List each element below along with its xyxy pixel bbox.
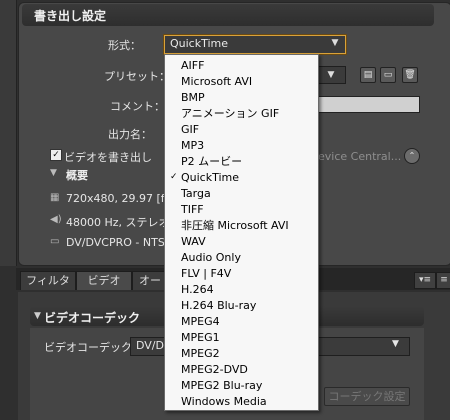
format-option-label: TIFF [181,203,204,216]
export-settings-title: 書き出し設定 [34,9,107,23]
format-option-label: Audio Only [181,251,241,264]
format-option[interactable]: MPEG1 [165,329,318,346]
format-option-label: FLV | F4V [181,267,232,280]
format-option-label: MPEG1 [181,331,220,344]
format-option[interactable]: BMP [165,89,318,106]
format-label: 形式： [108,39,141,52]
format-select-value: QuickTime [170,37,229,50]
summary-audio-line: 48000 Hz, ステレオ, [66,216,174,229]
format-option[interactable]: FLV | F4V [165,265,318,282]
format-option[interactable]: MPEG4 [165,313,318,330]
format-option-label: MPEG2 [181,347,220,360]
format-option-label: MPEG2-DVD [181,363,248,376]
codec-icon: ▭ [50,236,60,247]
codec-settings-button[interactable]: コーデック設定 [324,387,410,406]
format-option[interactable]: WAV [165,233,318,250]
format-option[interactable]: H.264 [165,281,318,298]
check-icon: ✓ [170,172,178,182]
left-panel-strip [0,0,17,266]
format-option[interactable]: Audio Only [165,249,318,266]
chevron-down-icon[interactable]: ▼ [328,36,342,51]
delete-preset-icon[interactable]: 🗑 [402,67,418,83]
speaker-icon: ◀) [50,214,62,225]
format-option[interactable]: MP3 [165,137,318,154]
format-option[interactable]: Targa [165,185,318,202]
format-option[interactable]: MPEG2-DVD [165,361,318,378]
format-option[interactable]: TIFF [165,201,318,218]
format-option[interactable]: P2 ムービー [165,153,318,170]
chevron-down-icon[interactable]: ▼ [392,339,399,349]
summary-toggle-icon[interactable]: ▼ [50,168,57,178]
summary-video-line: 720x480, 29.97 [fp [66,192,172,205]
format-option-label: BMP [181,91,205,104]
summary-title: 概要 [66,169,88,182]
panel-menu-icon[interactable]: ▾≡ [414,272,436,289]
comment-field[interactable] [318,96,420,113]
video-codec-toggle-icon[interactable]: ▼ [34,311,41,321]
film-icon: ▦ [50,192,60,203]
video-codec-title: ビデオコーデック [44,311,141,325]
format-option[interactable]: アニメーション GIF [165,105,318,122]
format-option-label: GIF [181,123,200,136]
tab-filter[interactable]: フィルタ [20,271,76,290]
format-option[interactable]: GIF [165,121,318,138]
format-option-label: QuickTime [181,171,240,184]
format-option-label: H.264 Blu-ray [181,299,257,312]
format-option-label: アニメーション GIF [181,107,280,120]
preset-label: プリセット： [104,70,170,83]
format-option-label: Microsoft AVI [181,75,253,88]
format-option[interactable]: AIFF [165,57,318,74]
tab-audio[interactable]: オー [132,271,168,290]
device-central-button[interactable]: evice Central... [318,150,401,163]
format-option-label: MPEG2 Blu-ray [181,379,263,392]
format-option-label: AIFF [181,59,205,72]
summary-codec-line: DV/DVCPRO - NTSC [66,236,173,249]
format-option[interactable]: Microsoft AVI [165,73,318,90]
output-name-label: 出力名： [108,128,152,141]
export-video-checkbox[interactable]: ✓ [50,149,62,161]
format-option[interactable]: MPEG2 Blu-ray [165,377,318,394]
save-preset-icon[interactable]: ▤ [360,67,376,83]
expand-icon[interactable]: ⌃ [404,148,420,164]
comment-label: コメント： [110,100,165,113]
format-option[interactable]: ✓ QuickTime [165,169,318,186]
export-video-label: ビデオを書き出し [64,151,152,164]
format-option-label: WAV [181,235,206,248]
import-preset-icon[interactable]: ▭ [380,67,396,83]
format-dropdown-list: AIFF Microsoft AVI BMP アニメーション GIF GIF MP3 P2 … [164,54,319,411]
format-option-label: H.264 [181,283,214,296]
tab-video[interactable]: ビデオ [76,271,132,290]
format-option-label: 非圧縮 Microsoft AVI [181,219,289,232]
format-option-label: Targa [181,187,211,200]
format-option-label: Windows Media [181,395,267,408]
list-icon[interactable]: ≡ [436,272,450,289]
format-option[interactable]: Windows Media [165,393,318,410]
format-option[interactable]: MPEG2 [165,345,318,362]
format-option-label: MPEG4 [181,315,220,328]
video-codec-label: ビデオコーデック： [44,341,143,354]
format-option[interactable]: H.264 Blu-ray [165,297,318,314]
preset-select-arrow[interactable]: ▼ [316,66,346,84]
format-option-label: MP3 [181,139,205,152]
format-option-label: P2 ムービー [181,155,243,168]
format-option[interactable]: 非圧縮 Microsoft AVI [165,217,318,234]
